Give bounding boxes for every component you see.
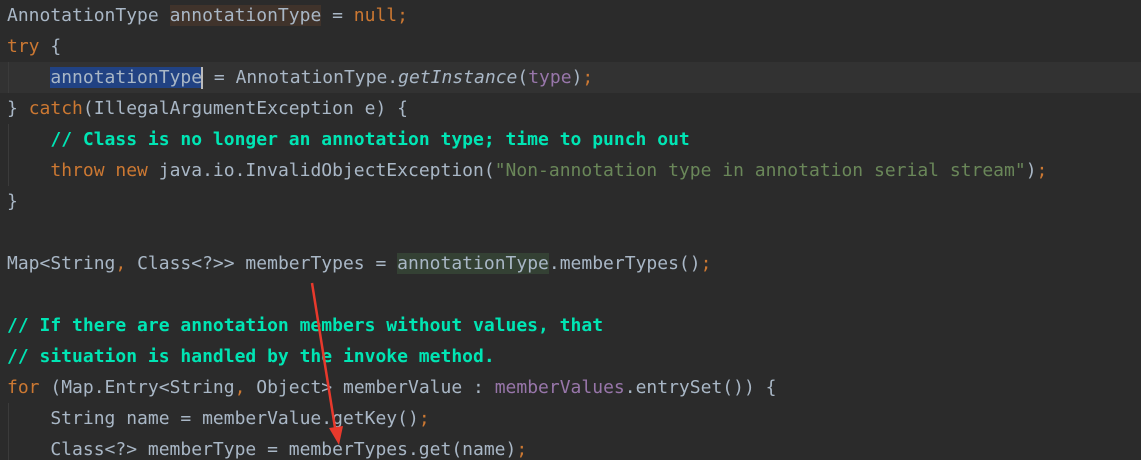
code-token: , bbox=[115, 253, 138, 274]
code-line[interactable]: Map<String, Class<?>> memberTypes = anno… bbox=[0, 248, 1141, 279]
code-line[interactable] bbox=[0, 217, 1141, 248]
code-token: throw new bbox=[50, 160, 159, 181]
code-token: Map<String bbox=[7, 253, 116, 274]
code-token: = AnnotationType. bbox=[203, 67, 399, 88]
code-text: annotationType = AnnotationType.getInsta… bbox=[7, 62, 593, 93]
code-line[interactable] bbox=[0, 279, 1141, 310]
code-token: ; bbox=[1036, 160, 1048, 181]
code-token: null bbox=[353, 5, 398, 26]
code-token: ; bbox=[418, 408, 430, 429]
code-line[interactable]: String name = memberValue.getKey(); bbox=[0, 403, 1141, 434]
code-token: .entrySet()) { bbox=[624, 377, 777, 398]
code-token: , bbox=[234, 377, 257, 398]
code-text: // situation is handled by the invoke me… bbox=[7, 341, 495, 372]
code-token: { bbox=[39, 36, 62, 57]
code-line[interactable]: } catch(IllegalArgumentException e) { bbox=[0, 93, 1141, 124]
code-token: // situation is handled by the invoke me… bbox=[7, 346, 495, 367]
code-token: ; bbox=[582, 67, 594, 88]
code-text: String name = memberValue.getKey(); bbox=[7, 403, 430, 434]
code-text: AnnotationType annotationType = null; bbox=[7, 0, 408, 31]
code-text: for (Map.Entry<String, Object> memberVal… bbox=[7, 372, 776, 403]
code-token: getInstance bbox=[398, 67, 518, 88]
code-token: AnnotationType bbox=[7, 5, 170, 26]
code-line[interactable]: // Class is no longer an annotation type… bbox=[0, 124, 1141, 155]
code-token: } bbox=[7, 191, 18, 212]
code-line[interactable]: AnnotationType annotationType = null; bbox=[0, 0, 1141, 31]
code-token: annotationType bbox=[397, 253, 549, 274]
code-text: Class<?> memberType = memberTypes.get(na… bbox=[7, 434, 527, 460]
code-token: type bbox=[528, 67, 572, 88]
code-token: ; bbox=[516, 439, 528, 460]
code-token: java.io.InvalidObjectException( bbox=[158, 160, 495, 181]
code-text: } catch(IllegalArgumentException e) { bbox=[7, 93, 408, 124]
code-line[interactable]: } bbox=[0, 186, 1141, 217]
code-token: (IllegalArgumentException e) { bbox=[82, 98, 408, 119]
code-token: String name = memberValue.getKey() bbox=[7, 408, 419, 429]
code-token: catch bbox=[28, 98, 83, 119]
code-text: // Class is no longer an annotation type… bbox=[7, 124, 690, 155]
code-token: Class<?>> memberTypes = bbox=[137, 253, 398, 274]
code-token: .memberTypes() bbox=[548, 253, 701, 274]
code-token: Object> memberValue : bbox=[256, 377, 495, 398]
code-token: "Non-annotation type in annotation seria… bbox=[494, 160, 1026, 181]
code-token: // Class is no longer an annotation type… bbox=[50, 129, 690, 150]
code-token: memberValues bbox=[494, 377, 625, 398]
code-token: ; bbox=[700, 253, 712, 274]
code-text: } bbox=[7, 186, 18, 217]
code-token: ( bbox=[517, 67, 529, 88]
code-token: try bbox=[7, 36, 40, 57]
code-line[interactable]: try { bbox=[0, 31, 1141, 62]
code-token: annotationType bbox=[50, 67, 203, 88]
code-line[interactable]: // If there are annotation members witho… bbox=[0, 310, 1141, 341]
code-token: annotationType bbox=[169, 5, 322, 26]
code-token: for bbox=[7, 377, 51, 398]
code-line[interactable]: throw new java.io.InvalidObjectException… bbox=[0, 155, 1141, 186]
code-text: Map<String, Class<?>> memberTypes = anno… bbox=[7, 248, 711, 279]
code-token: ) bbox=[571, 67, 583, 88]
code-text: throw new java.io.InvalidObjectException… bbox=[7, 155, 1047, 186]
code-line[interactable]: annotationType = AnnotationType.getInsta… bbox=[0, 62, 1141, 93]
code-line[interactable]: Class<?> memberType = memberTypes.get(na… bbox=[0, 434, 1141, 460]
code-text: // If there are annotation members witho… bbox=[7, 310, 603, 341]
code-token: ) bbox=[1025, 160, 1037, 181]
code-token: // If there are annotation members witho… bbox=[7, 315, 604, 336]
code-token: (Map.Entry<String bbox=[50, 377, 235, 398]
code-token: Class<?> memberType = memberTypes.get(na… bbox=[7, 439, 517, 460]
code-token: } bbox=[7, 98, 29, 119]
code-text: try { bbox=[7, 31, 61, 62]
code-editor[interactable]: AnnotationType annotationType = null; try… bbox=[0, 0, 1141, 460]
code-token: ; bbox=[397, 5, 408, 26]
code-token: = bbox=[321, 5, 354, 26]
code-line[interactable]: // situation is handled by the invoke me… bbox=[0, 341, 1141, 372]
code-line[interactable]: for (Map.Entry<String, Object> memberVal… bbox=[0, 372, 1141, 403]
